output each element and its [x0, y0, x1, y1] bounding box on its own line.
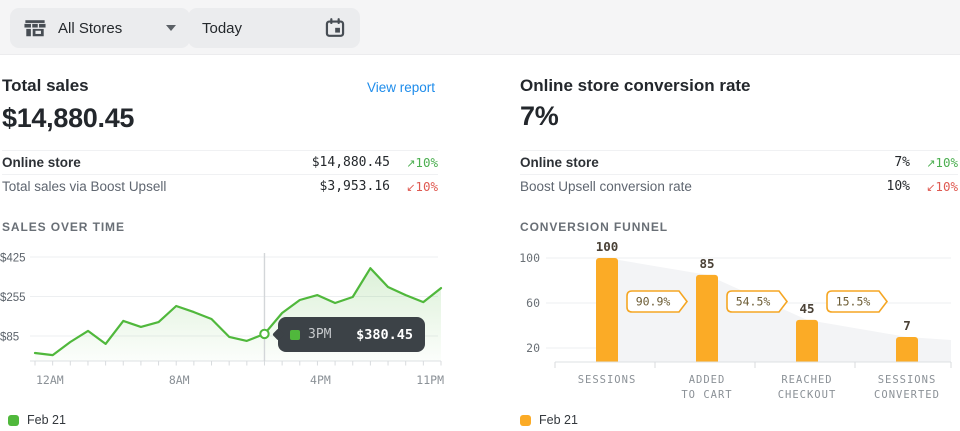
metric-label: Total sales via Boost Upsell — [2, 179, 320, 194]
svg-text:$85: $85 — [0, 332, 19, 344]
delta-pct: 10% — [415, 155, 438, 170]
svg-text:SESSIONS: SESSIONS — [878, 374, 937, 386]
funnel-bar-chart[interactable]: 20 60 100 100 85 45 7 90.9% 54.5% 15.5% SESSIONS AD… — [518, 236, 960, 412]
svg-text:4PM: 4PM — [310, 373, 331, 387]
legend-swatch-orange — [520, 415, 531, 426]
svg-text:12AM: 12AM — [36, 373, 64, 387]
svg-text:TO CART: TO CART — [681, 389, 732, 401]
metric-value: 7% — [894, 155, 910, 170]
chart-tooltip: 3PM $380.45 — [278, 317, 425, 352]
metric-value: $3,953.16 — [320, 179, 390, 194]
metric-label: Online store — [2, 155, 312, 170]
metric-delta: ↗10% — [390, 155, 438, 170]
conversion-rate-value: 7% — [520, 101, 558, 132]
svg-text:60: 60 — [526, 296, 540, 310]
svg-text:CONVERTED: CONVERTED — [874, 389, 940, 401]
conversion-rate-title: Online store conversion rate — [520, 76, 751, 96]
date-selector-button[interactable]: Today — [188, 8, 360, 48]
date-selector-label: Today — [202, 20, 242, 37]
svg-text:REACHED: REACHED — [781, 374, 832, 386]
conversion-funnel-heading: CONVERSION FUNNEL — [520, 220, 668, 234]
svg-text:20: 20 — [526, 341, 540, 355]
sales-over-time-heading: SALES OVER TIME — [2, 220, 125, 234]
metric-delta: ↙10% — [910, 179, 958, 194]
view-report-link[interactable]: View report — [367, 80, 435, 95]
svg-text:100: 100 — [596, 239, 619, 254]
svg-text:100: 100 — [519, 251, 540, 265]
topbar: All Stores Today — [0, 0, 960, 55]
svg-text:$425: $425 — [0, 253, 26, 265]
svg-text:SESSIONS: SESSIONS — [578, 374, 637, 386]
store-selector-label: All Stores — [58, 20, 122, 37]
svg-text:7: 7 — [903, 318, 911, 333]
sales-metric-rows: Online store $14,880.45 ↗10% Total sales… — [2, 150, 438, 198]
sales-legend: Feb 21 — [8, 413, 66, 427]
svg-text:90.9%: 90.9% — [636, 295, 671, 309]
metric-value: $14,880.45 — [312, 155, 390, 170]
metric-row-online-store-rate: Online store 7% ↗10% — [520, 150, 958, 174]
conversion-metric-rows: Online store 7% ↗10% Boost Upsell conver… — [520, 150, 958, 198]
svg-text:ADDED: ADDED — [689, 374, 726, 386]
legend-label: Feb 21 — [539, 413, 578, 427]
svg-text:$255: $255 — [0, 292, 26, 304]
metric-row-online-store: Online store $14,880.45 ↗10% — [2, 150, 438, 174]
tooltip-time: 3PM — [308, 327, 331, 342]
delta-pct: 10% — [935, 155, 958, 170]
svg-text:CHECKOUT: CHECKOUT — [778, 389, 837, 401]
store-selector-button[interactable]: All Stores — [10, 8, 190, 48]
delta-pct: 10% — [935, 179, 958, 194]
total-sales-title: Total sales — [2, 76, 89, 96]
total-sales-value: $14,880.45 — [2, 103, 134, 134]
svg-text:85: 85 — [699, 256, 714, 271]
funnel-legend: Feb 21 — [520, 413, 578, 427]
svg-text:8AM: 8AM — [169, 373, 190, 387]
legend-swatch-green — [8, 415, 19, 426]
metric-row-boost-upsell: Total sales via Boost Upsell $3,953.16 ↙… — [2, 174, 438, 198]
metric-row-boost-upsell-rate: Boost Upsell conversion rate 10% ↙10% — [520, 174, 958, 198]
sales-line-chart[interactable]: $85 $255 $425 12AM 8AM 4PM 11PM — [0, 240, 460, 392]
svg-text:15.5%: 15.5% — [836, 295, 871, 309]
metric-delta: ↙10% — [390, 179, 438, 194]
svg-text:54.5%: 54.5% — [736, 295, 771, 309]
svg-text:45: 45 — [799, 301, 814, 316]
metric-value: 10% — [887, 179, 910, 194]
metric-delta: ↗10% — [910, 155, 958, 170]
tooltip-value: $380.45 — [356, 327, 413, 343]
calendar-icon — [324, 17, 346, 39]
delta-pct: 10% — [415, 179, 438, 194]
chevron-down-icon — [166, 25, 176, 31]
store-icon — [24, 17, 46, 39]
svg-text:11PM: 11PM — [416, 373, 444, 387]
legend-label: Feb 21 — [27, 413, 66, 427]
series-color-swatch — [290, 330, 300, 340]
metric-label: Online store — [520, 155, 894, 170]
metric-label: Boost Upsell conversion rate — [520, 179, 887, 194]
